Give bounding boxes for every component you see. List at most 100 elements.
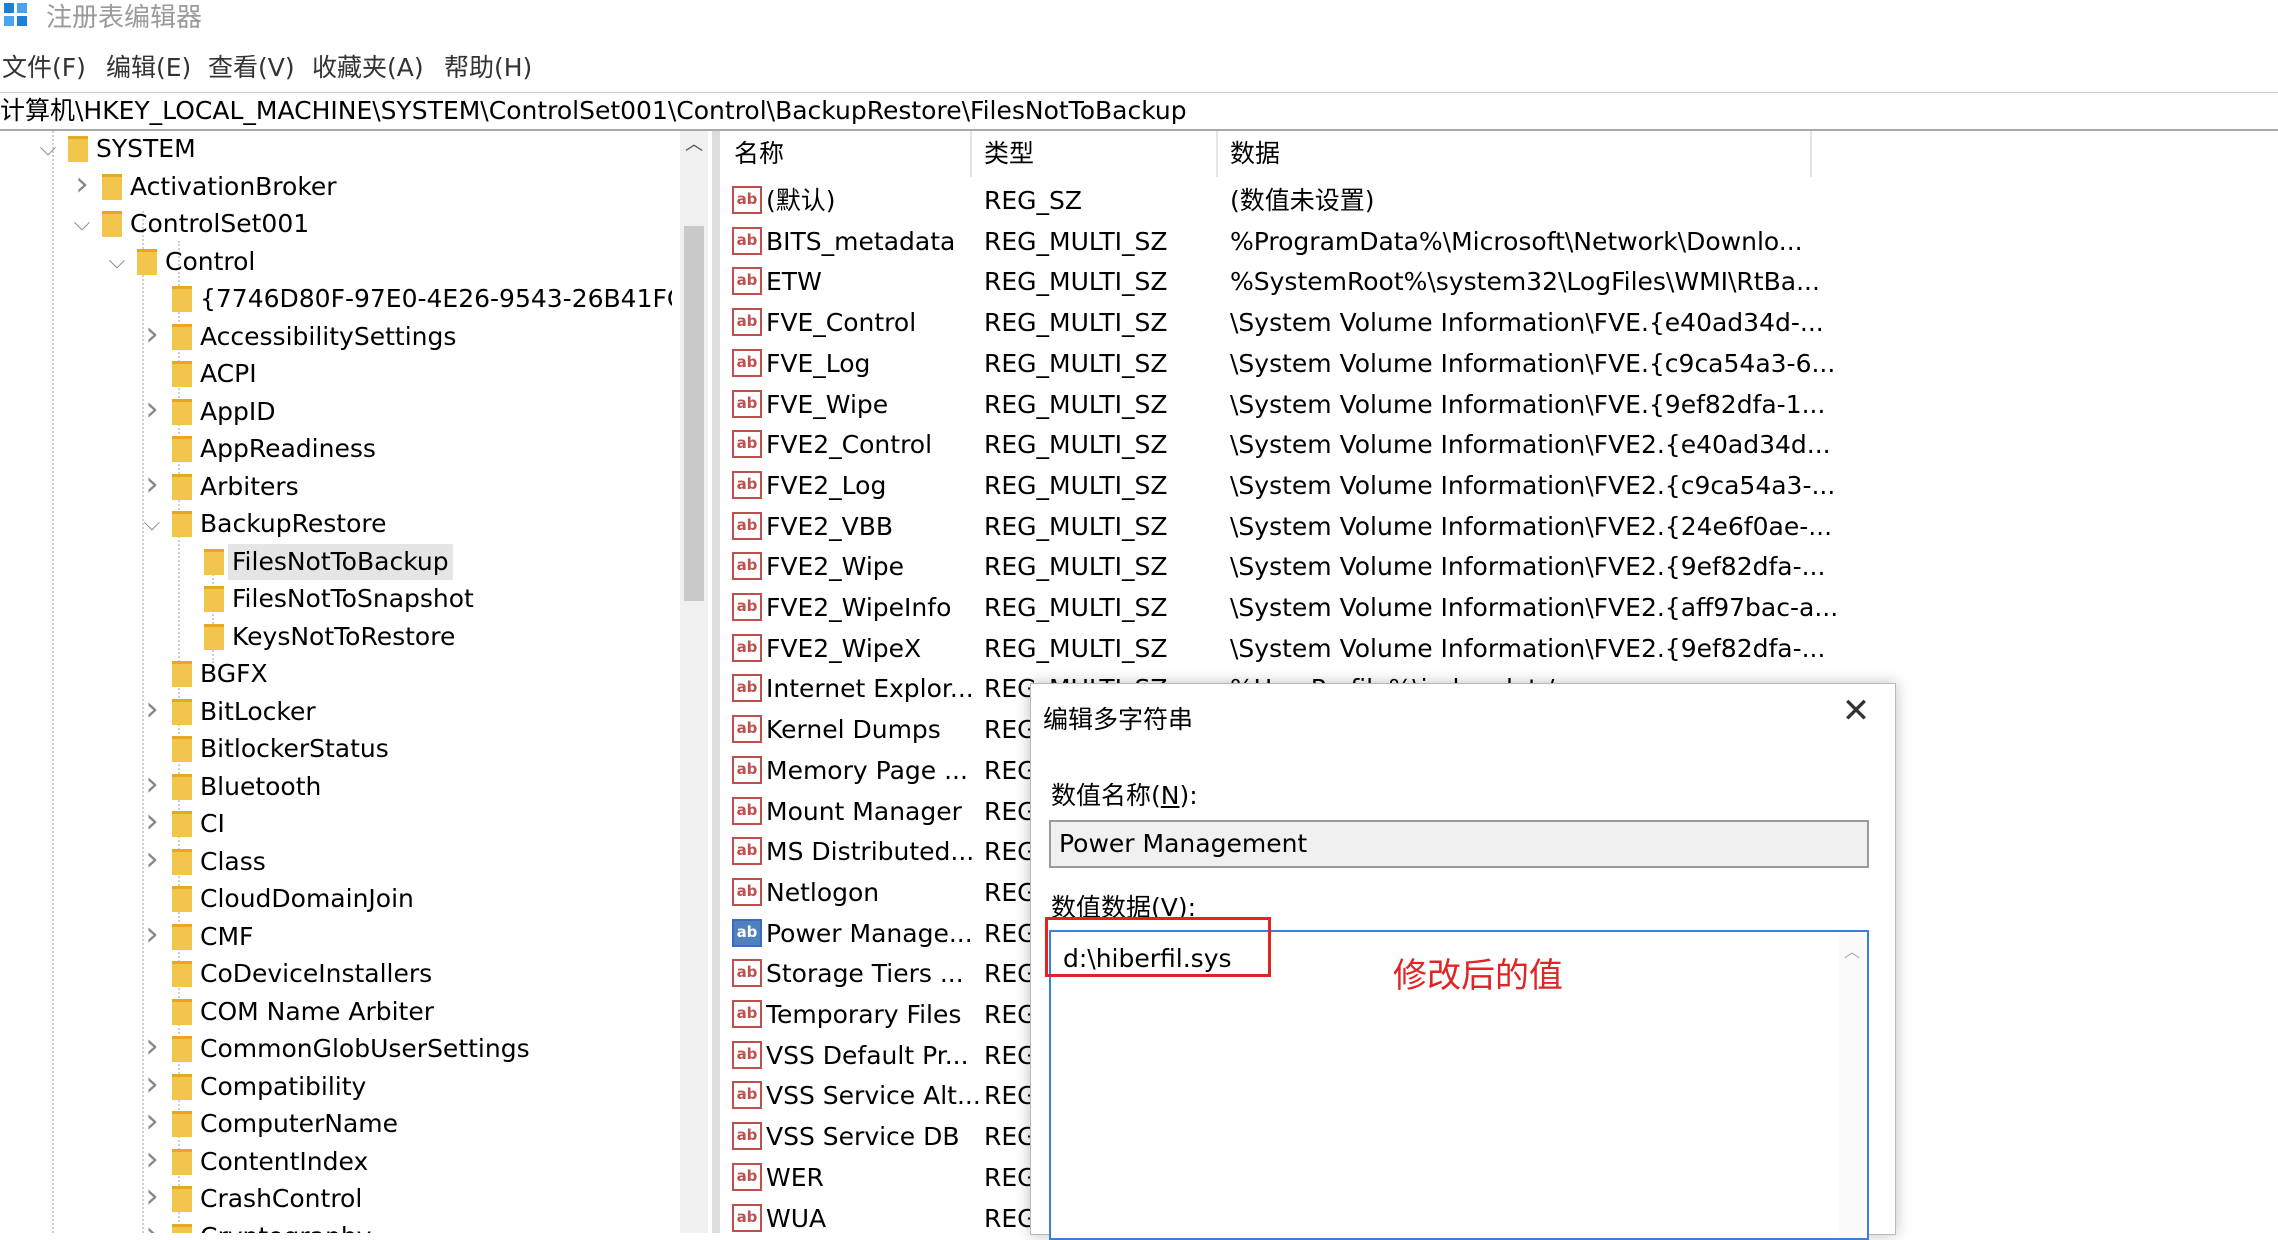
tree-item-label: FilesNotToBackup (228, 543, 453, 580)
menu-file[interactable]: 文件(F) (2, 50, 86, 86)
scroll-up-icon[interactable]: ︿ (680, 131, 708, 159)
tree-item[interactable]: › Class (0, 841, 672, 880)
chevron-right-icon[interactable]: › (142, 803, 162, 839)
tree-scrollbar[interactable]: ︿ (680, 131, 708, 1233)
value-type: REG (984, 1000, 1037, 1029)
value-data: \System Volume Information\FVE.{9ef82dfa… (1230, 389, 1826, 419)
value-name: VSS Default Pr... (766, 1040, 969, 1070)
tree-item[interactable]: › Cryptography (0, 1216, 672, 1234)
tree-item[interactable]: FilesNotToBackup (0, 543, 672, 580)
chevron-right-icon[interactable]: › (142, 1103, 162, 1139)
tree-item[interactable]: › CommonGlobUserSettings (0, 1028, 672, 1067)
menu-favorites[interactable]: 收藏夹(A) (312, 50, 424, 86)
data-scrollbar[interactable]: ︿ (1839, 934, 1865, 1234)
folder-icon (172, 1148, 192, 1175)
chevron-right-icon[interactable]: › (142, 466, 162, 502)
value-type: REG (984, 918, 1037, 948)
folder-icon (172, 511, 192, 537)
value-type: REG (984, 796, 1037, 826)
tree-item-label: ACPI (200, 359, 257, 388)
column-header-name[interactable]: 名称 (722, 131, 972, 177)
tree-item[interactable]: › AppID (0, 391, 672, 430)
address-path[interactable]: 计算机\HKEY_LOCAL_MACHINE\SYSTEM\ControlSet… (0, 94, 1187, 128)
menu-help[interactable]: 帮助(H) (444, 50, 532, 86)
value-name: Storage Tiers ... (766, 959, 964, 989)
tree-item[interactable]: KeysNotToRestore (0, 619, 672, 655)
chevron-right-icon[interactable]: › (142, 1066, 162, 1102)
value-name: Memory Page ... (766, 755, 968, 785)
tree-item[interactable]: ⌵ BackupRestore (0, 506, 672, 542)
tree-item[interactable]: › Compatibility (0, 1066, 672, 1105)
value-type: REG_MULTI_SZ (984, 267, 1168, 297)
chevron-down-icon[interactable]: ⌵ (72, 206, 92, 242)
value-name: ETW (766, 267, 822, 297)
chevron-right-icon[interactable]: › (142, 1028, 162, 1064)
chevron-down-icon[interactable]: ⌵ (142, 506, 162, 542)
tree-item[interactable]: COM Name Arbiter (0, 994, 672, 1030)
chevron-right-icon[interactable]: › (142, 841, 162, 877)
value-row[interactable]: ab FVE2_Wipe REG_MULTI_SZ \System Volume In… (722, 547, 1825, 586)
value-row[interactable]: ab FVE2_Log REG_MULTI_SZ \System Volume Inf… (722, 466, 1835, 505)
tree-item[interactable]: AppReadiness (0, 431, 672, 467)
folder-icon (172, 961, 192, 987)
value-row[interactable]: ab FVE_Control REG_MULTI_SZ \System Volume … (722, 303, 1824, 342)
tree-item[interactable]: CloudDomainJoin (0, 881, 672, 917)
tree-item[interactable]: › CrashControl (0, 1178, 672, 1217)
tree-item[interactable]: › Arbiters (0, 466, 672, 505)
chevron-right-icon[interactable]: › (72, 166, 92, 202)
column-header-data[interactable]: 数据 (1218, 131, 1812, 177)
value-row[interactable]: ab FVE2_WipeInfo REG_MULTI_SZ \System Volum… (722, 588, 1838, 627)
chevron-right-icon[interactable]: › (142, 391, 162, 427)
value-row[interactable]: ab BITS_metadata REG_MULTI_SZ %ProgramData%… (722, 222, 1822, 261)
value-row[interactable]: ab FVE2_VBB REG_MULTI_SZ \System Volume Inf… (722, 507, 1832, 546)
value-row[interactable]: ab ETW REG_MULTI_SZ %SystemRoot%\system32\L… (722, 262, 1822, 301)
chevron-right-icon[interactable]: › (142, 316, 162, 352)
tree-item[interactable]: ⌵ Control (0, 244, 672, 280)
menu-view[interactable]: 查看(V) (208, 50, 295, 86)
chevron-right-icon[interactable]: › (142, 1141, 162, 1177)
menu-edit[interactable]: 编辑(E) (106, 50, 191, 86)
tree-item[interactable]: BitlockerStatus (0, 731, 672, 767)
tree-item[interactable]: › CMF (0, 916, 672, 955)
value-row[interactable]: ab (默认) REG_SZ (数值未设置) (722, 181, 1822, 220)
chevron-right-icon[interactable]: › (142, 1178, 162, 1214)
folder-icon (172, 323, 192, 350)
string-value-icon: ab (732, 308, 762, 337)
chevron-right-icon[interactable]: › (142, 766, 162, 802)
tree-item[interactable]: › BitLocker (0, 691, 672, 730)
value-data: \System Volume Information\FVE2.{c9ca54a… (1230, 470, 1836, 500)
tree-item[interactable]: › CI (0, 803, 672, 842)
tree-item[interactable]: › Bluetooth (0, 766, 672, 805)
tree-item[interactable]: CoDeviceInstallers (0, 956, 672, 992)
tree-item[interactable]: {7746D80F-97E0-4E26-9543-26B41FC (0, 281, 672, 317)
tree-item[interactable]: FilesNotToSnapshot (0, 581, 672, 617)
tree-scroll-thumb[interactable] (684, 226, 704, 601)
tree-item[interactable]: › AccessibilitySettings (0, 316, 672, 355)
scroll-up-icon[interactable]: ︿ (1839, 938, 1865, 962)
key-tree[interactable]: ⌵ SYSTEM › ActivationBroker ⌵ ControlSet001 ⌵ C… (0, 131, 672, 1233)
chevron-right-icon[interactable]: › (142, 1216, 162, 1234)
address-bar[interactable]: 计算机\HKEY_LOCAL_MACHINE\SYSTEM\ControlSet… (0, 92, 2278, 131)
string-value-icon: ab (732, 552, 762, 581)
value-name: FVE2_VBB (766, 511, 894, 541)
chevron-down-icon[interactable]: ⌵ (38, 131, 58, 167)
folder-icon (102, 173, 122, 200)
tree-item[interactable]: › ContentIndex (0, 1141, 672, 1180)
tree-item[interactable]: ⌵ ControlSet001 (0, 206, 672, 242)
chevron-right-icon[interactable]: › (142, 691, 162, 727)
value-row[interactable]: ab FVE2_WipeX REG_MULTI_SZ \System Volume I… (722, 629, 1825, 668)
close-icon[interactable]: ✕ (1833, 688, 1879, 734)
chevron-right-icon[interactable]: › (142, 916, 162, 952)
column-header-type[interactable]: 类型 (972, 131, 1218, 177)
tree-item[interactable]: › ComputerName (0, 1103, 672, 1142)
tree-item[interactable]: › ActivationBroker (0, 166, 672, 205)
string-value-icon: ab (732, 389, 762, 418)
chevron-down-icon[interactable]: ⌵ (107, 244, 127, 280)
tree-item[interactable]: ⌵ SYSTEM (0, 131, 672, 167)
tree-item[interactable]: BGFX (0, 656, 672, 692)
value-row[interactable]: ab FVE_Log REG_MULTI_SZ \System Volume Info… (722, 344, 1835, 383)
pane-splitter[interactable] (712, 131, 720, 1233)
value-row[interactable]: ab FVE2_Control REG_MULTI_SZ \System Volume… (722, 425, 1831, 464)
value-row[interactable]: ab FVE_Wipe REG_MULTI_SZ \System Volume Inf… (722, 385, 1826, 424)
tree-item[interactable]: ACPI (0, 356, 672, 392)
